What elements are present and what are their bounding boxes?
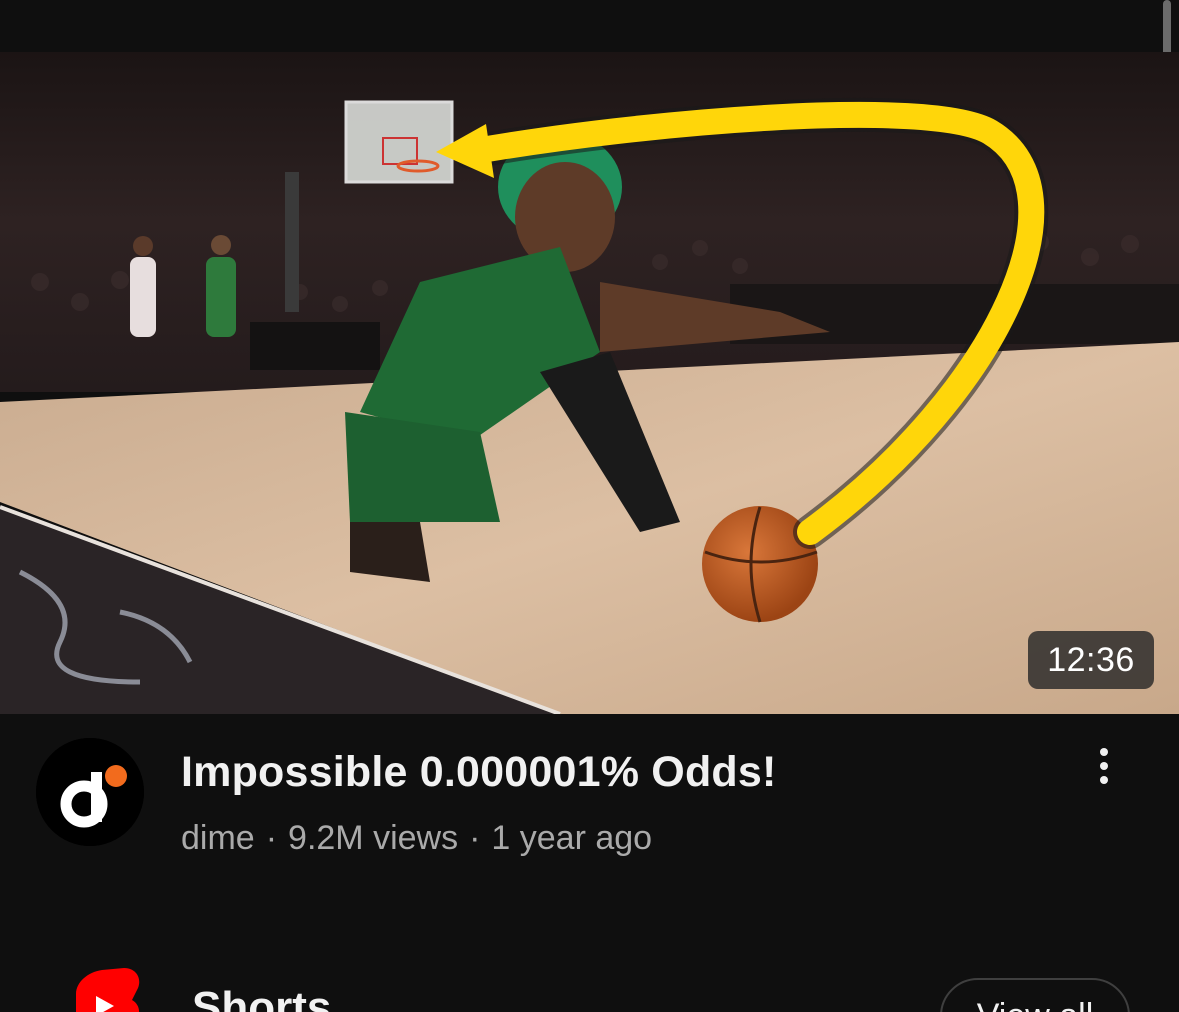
- dime-logo-icon: [36, 738, 144, 846]
- view-all-button[interactable]: View all: [940, 978, 1130, 1012]
- video-title[interactable]: Impossible 0.000001% Odds!: [181, 746, 777, 798]
- channel-name[interactable]: dime: [181, 819, 255, 857]
- view-count: 9.2M views: [288, 819, 459, 857]
- upload-age: 1 year ago: [491, 819, 653, 857]
- shorts-icon: [76, 968, 140, 1012]
- video-subline: dime · 9.2M views · 1 year ago: [181, 818, 652, 858]
- video-metadata: [0, 714, 1179, 894]
- channel-avatar[interactable]: [36, 738, 144, 846]
- more-options-icon[interactable]: [1080, 742, 1128, 790]
- separator-dot: ·: [469, 819, 481, 857]
- separator-dot: ·: [265, 819, 278, 857]
- video-duration-badge: 12:36: [1028, 631, 1154, 689]
- shorts-section-title: Shorts: [192, 983, 332, 1012]
- status-bar-area: [0, 0, 1179, 52]
- thumbnail-image: [0, 52, 1179, 714]
- video-thumbnail[interactable]: 12:36: [0, 52, 1179, 714]
